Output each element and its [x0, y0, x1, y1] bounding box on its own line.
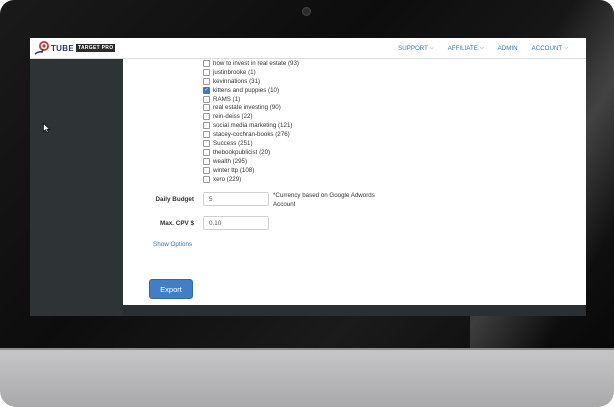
list-item[interactable]: winter ttp (108)	[203, 166, 299, 175]
checkbox[interactable]	[203, 77, 210, 85]
checkbox[interactable]	[203, 113, 210, 121]
export-button[interactable]: Export	[149, 279, 193, 299]
camera-icon	[302, 7, 311, 16]
app-screen: TUBE TARGET PRO SUPPORT ⌵ AFFILIATE ⌵ ADMI…	[30, 38, 586, 316]
list-item[interactable]: real estate investing (90)	[203, 103, 299, 112]
mouse-cursor-icon	[43, 123, 51, 133]
list-item[interactable]: stacey-cochran-books (276)	[203, 130, 299, 139]
nav-admin[interactable]: ADMIN	[498, 45, 518, 52]
daily-budget-field[interactable]: 5	[203, 192, 269, 206]
logo-subtext: TARGET PRO	[75, 44, 116, 52]
keyword-checkbox-list: how to invest in real estate (93) justin…	[203, 59, 299, 183]
checkbox[interactable]	[203, 175, 210, 183]
daily-budget-label: Daily Budget	[155, 196, 195, 203]
chevron-down-icon: ⌵	[564, 45, 568, 51]
list-item[interactable]: Success (251)	[203, 139, 299, 148]
list-item[interactable]: xero (229)	[203, 175, 299, 184]
list-item[interactable]: thebookpublicist (20)	[203, 148, 299, 157]
list-item[interactable]: kevinnations (31)	[203, 77, 299, 86]
checkbox[interactable]	[203, 122, 210, 130]
list-item[interactable]: kittens and puppies (10)	[203, 86, 299, 95]
checkbox[interactable]	[203, 166, 210, 174]
logo[interactable]: TUBE TARGET PRO	[34, 39, 116, 57]
monitor-chin-edge	[0, 348, 614, 350]
list-item[interactable]: wealth (295)	[203, 157, 299, 166]
main-content: how to invest in real estate (93) justin…	[123, 59, 586, 305]
max-cpv-field[interactable]: 0.10	[203, 216, 269, 230]
nav-affiliate[interactable]: AFFILIATE ⌵	[448, 45, 484, 52]
list-item[interactable]: how to invest in real estate (93)	[203, 59, 299, 68]
checkbox[interactable]	[203, 68, 210, 76]
checkbox[interactable]	[203, 59, 210, 67]
currency-note: *Currency based on Google Adwords Accoun…	[273, 192, 375, 208]
sidebar	[30, 59, 122, 316]
list-item[interactable]: social media marketing (121)	[203, 121, 299, 130]
checkbox[interactable]	[203, 131, 210, 139]
checkbox[interactable]	[203, 139, 210, 147]
chevron-down-icon: ⌵	[429, 45, 434, 51]
checkbox[interactable]	[203, 104, 210, 112]
logo-text: TUBE	[51, 43, 74, 53]
content-bottom-bar	[123, 305, 586, 316]
nav-account[interactable]: ACCOUNT ⌵	[532, 45, 568, 52]
list-item[interactable]: rein-deiss (22)	[203, 112, 299, 121]
monitor-chin	[0, 348, 614, 407]
list-item[interactable]: RAMS (1)	[203, 95, 299, 104]
checkbox[interactable]	[203, 95, 210, 103]
nav-menu: SUPPORT ⌵ AFFILIATE ⌵ ADMIN ACCOUNT ⌵	[398, 38, 568, 58]
list-item[interactable]: justinbrooke (1)	[203, 68, 299, 77]
max-cpv-label: Max. CPV $	[160, 220, 194, 227]
chevron-down-icon: ⌵	[479, 45, 484, 51]
top-navbar: TUBE TARGET PRO SUPPORT ⌵ AFFILIATE ⌵ ADMI…	[30, 38, 586, 59]
checkbox[interactable]	[203, 157, 210, 165]
checkbox[interactable]	[203, 148, 210, 156]
nav-support[interactable]: SUPPORT ⌵	[398, 45, 434, 52]
logo-icon	[34, 40, 50, 56]
show-options-link[interactable]: Show Options	[153, 241, 192, 248]
checkbox-checked[interactable]	[203, 86, 210, 94]
